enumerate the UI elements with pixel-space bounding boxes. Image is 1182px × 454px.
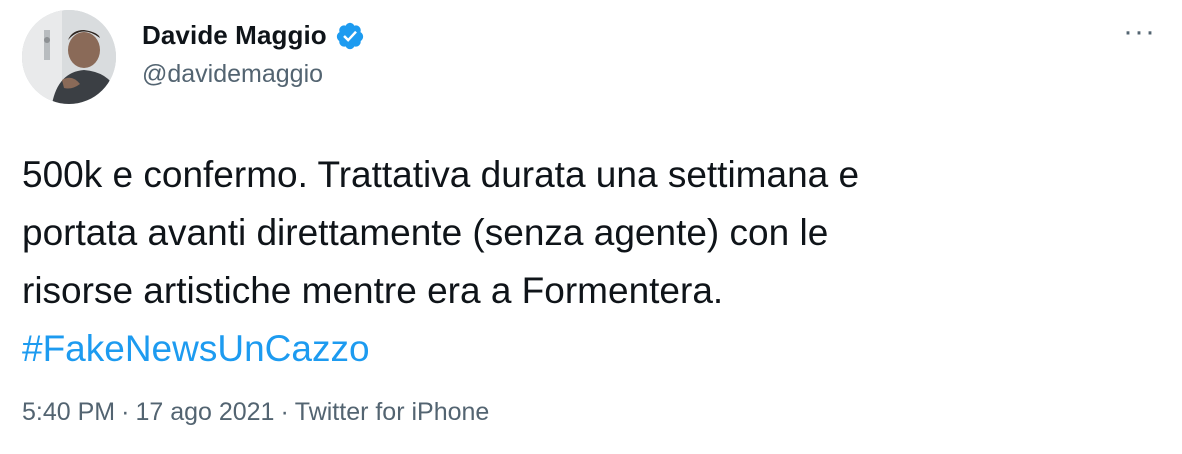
tweet-text-line: 500k e confermo. Trattativa durata una s…	[22, 154, 860, 195]
tweet-meta: 5:40 PM · 17 ago 2021 · Twitter for iPhone	[22, 398, 489, 427]
author-handle[interactable]: @davidemaggio	[142, 60, 323, 89]
avatar[interactable]	[22, 10, 116, 104]
more-horizontal-icon[interactable]: ···	[1123, 17, 1156, 47]
tweet-text-line: risorse artistiche mentre era a Formente…	[22, 270, 724, 311]
tweet-text-line: portata avanti direttamente (senza agent…	[22, 212, 829, 253]
tweet-text: 500k e confermo. Trattativa durata una s…	[22, 146, 1152, 378]
meta-separator: ·	[280, 398, 289, 426]
author-display-name[interactable]: Davide Maggio	[142, 20, 327, 51]
verified-badge-icon	[335, 21, 365, 51]
tweet-date-link[interactable]: 17 ago 2021	[135, 398, 274, 426]
tweet-card: Davide Maggio @davidemaggio ··· 500k e c…	[0, 0, 1182, 454]
tweet-source-link[interactable]: Twitter for iPhone	[295, 398, 490, 426]
author-name-row: Davide Maggio	[142, 20, 365, 51]
tweet-time-link[interactable]: 5:40 PM	[22, 398, 115, 426]
meta-separator: ·	[121, 398, 130, 426]
avatar-photo	[22, 10, 116, 104]
hashtag-link[interactable]: #FakeNewsUnCazzo	[22, 328, 370, 369]
